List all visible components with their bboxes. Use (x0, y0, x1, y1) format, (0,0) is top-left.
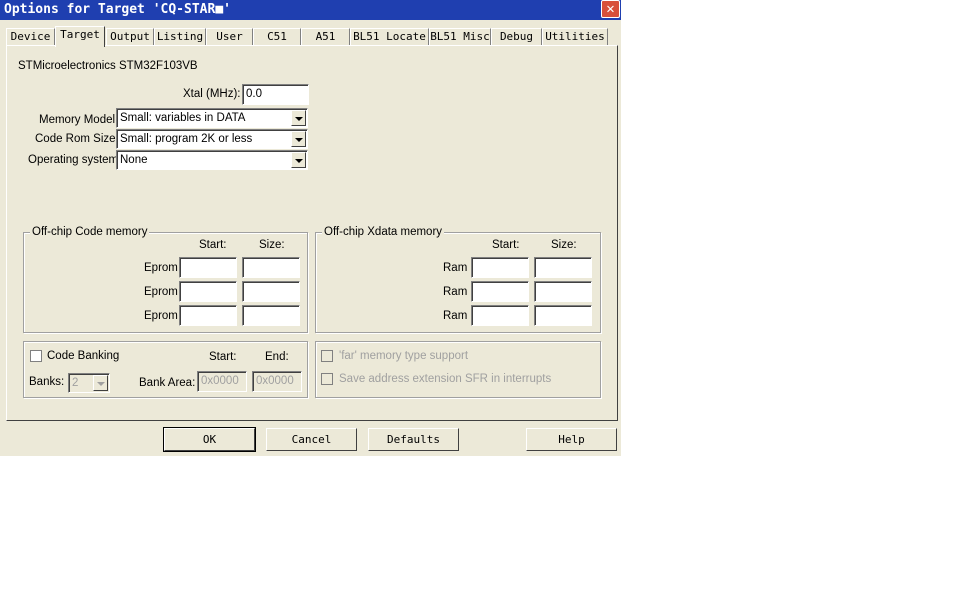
memory-model-label: Memory Model: (39, 114, 119, 126)
bank-area-end-input[interactable]: 0x0000 (252, 371, 302, 392)
banks-value: 2 (72, 377, 79, 389)
xtal-label: Xtal (MHz): (183, 88, 241, 100)
eprom-size-input[interactable] (242, 257, 300, 278)
tab-debug[interactable]: Debug (491, 28, 542, 45)
tab-bl51-misc[interactable]: BL51 Misc (429, 28, 491, 45)
memory-model-select[interactable]: Small: variables in DATA (116, 108, 308, 128)
code-start-header: Start: (199, 239, 227, 251)
eprom-start-input[interactable] (179, 305, 237, 326)
eprom-start-input[interactable] (179, 257, 237, 278)
tab-target[interactable]: Target (55, 26, 105, 47)
save-address-label: Save address extension SFR in interrupts (339, 373, 552, 385)
code-rom-size-value: Small: program 2K or less (120, 133, 253, 145)
bank-end-header: End: (265, 351, 289, 363)
code-banking-checkbox[interactable] (30, 350, 42, 362)
help-button[interactable]: Help (526, 428, 617, 451)
far-memory-label: 'far' memory type support (339, 350, 469, 362)
eprom-label: Eprom (144, 310, 178, 322)
code-size-header: Size: (259, 239, 285, 251)
close-icon[interactable]: ✕ (601, 0, 620, 18)
ram-label: Ram (443, 286, 468, 298)
ram-size-input[interactable] (534, 257, 592, 278)
chevron-down-icon[interactable] (291, 152, 306, 168)
bank-start-header: Start: (209, 351, 237, 363)
ram-start-input[interactable] (471, 257, 529, 278)
code-banking-label: Code Banking (47, 350, 120, 362)
chevron-down-icon[interactable] (93, 375, 108, 391)
device-name: STMicroelectronics STM32F103VB (18, 60, 198, 72)
chevron-down-icon[interactable] (291, 131, 306, 147)
ram-label: Ram (443, 310, 468, 322)
code-rom-size-label: Code Rom Size: (35, 133, 119, 145)
ram-size-input[interactable] (534, 281, 592, 302)
ram-size-input[interactable] (534, 305, 592, 326)
banks-label: Banks: (29, 376, 65, 388)
memory-model-value: Small: variables in DATA (120, 112, 246, 124)
offchip-xdata-title: Off-chip Xdata memory (322, 226, 445, 238)
window-title: Options for Target 'CQ-STAR■' (4, 2, 231, 17)
tab-a51[interactable]: A51 (301, 28, 350, 45)
tab-c51[interactable]: C51 (253, 28, 301, 45)
defaults-button[interactable]: Defaults (368, 428, 459, 451)
options-dialog: Options for Target 'CQ-STAR■' ✕ Device T… (0, 0, 621, 456)
cancel-button[interactable]: Cancel (266, 428, 357, 451)
ok-button[interactable]: OK (163, 427, 256, 452)
operating-system-label: Operating system: (28, 154, 122, 166)
bank-area-start-input[interactable]: 0x0000 (197, 371, 247, 392)
far-memory-checkbox[interactable] (321, 350, 333, 362)
save-address-checkbox[interactable] (321, 373, 333, 385)
banks-select[interactable]: 2 (68, 373, 110, 393)
bank-area-label: Bank Area: (139, 377, 196, 389)
chevron-down-icon[interactable] (291, 110, 306, 126)
xdata-size-header: Size: (551, 239, 577, 251)
operating-system-value: None (120, 154, 148, 166)
offchip-code-title: Off-chip Code memory (30, 226, 150, 238)
eprom-label: Eprom (144, 262, 178, 274)
eprom-size-input[interactable] (242, 281, 300, 302)
code-rom-size-select[interactable]: Small: program 2K or less (116, 129, 308, 149)
tab-output[interactable]: Output (106, 28, 154, 45)
tab-utilities[interactable]: Utilities (542, 28, 608, 45)
tab-listing[interactable]: Listing (154, 28, 206, 45)
tab-bl51-locate[interactable]: BL51 Locate (350, 28, 429, 45)
xdata-start-header: Start: (492, 239, 520, 251)
title-bar: Options for Target 'CQ-STAR■' ✕ (0, 0, 621, 20)
operating-system-select[interactable]: None (116, 150, 308, 170)
eprom-label: Eprom (144, 286, 178, 298)
eprom-size-input[interactable] (242, 305, 300, 326)
xtal-input[interactable]: 0.0 (242, 84, 309, 105)
ram-start-input[interactable] (471, 281, 529, 302)
eprom-start-input[interactable] (179, 281, 237, 302)
ram-start-input[interactable] (471, 305, 529, 326)
tab-device[interactable]: Device (6, 28, 55, 45)
ram-label: Ram (443, 262, 468, 274)
tab-user[interactable]: User (206, 28, 253, 45)
